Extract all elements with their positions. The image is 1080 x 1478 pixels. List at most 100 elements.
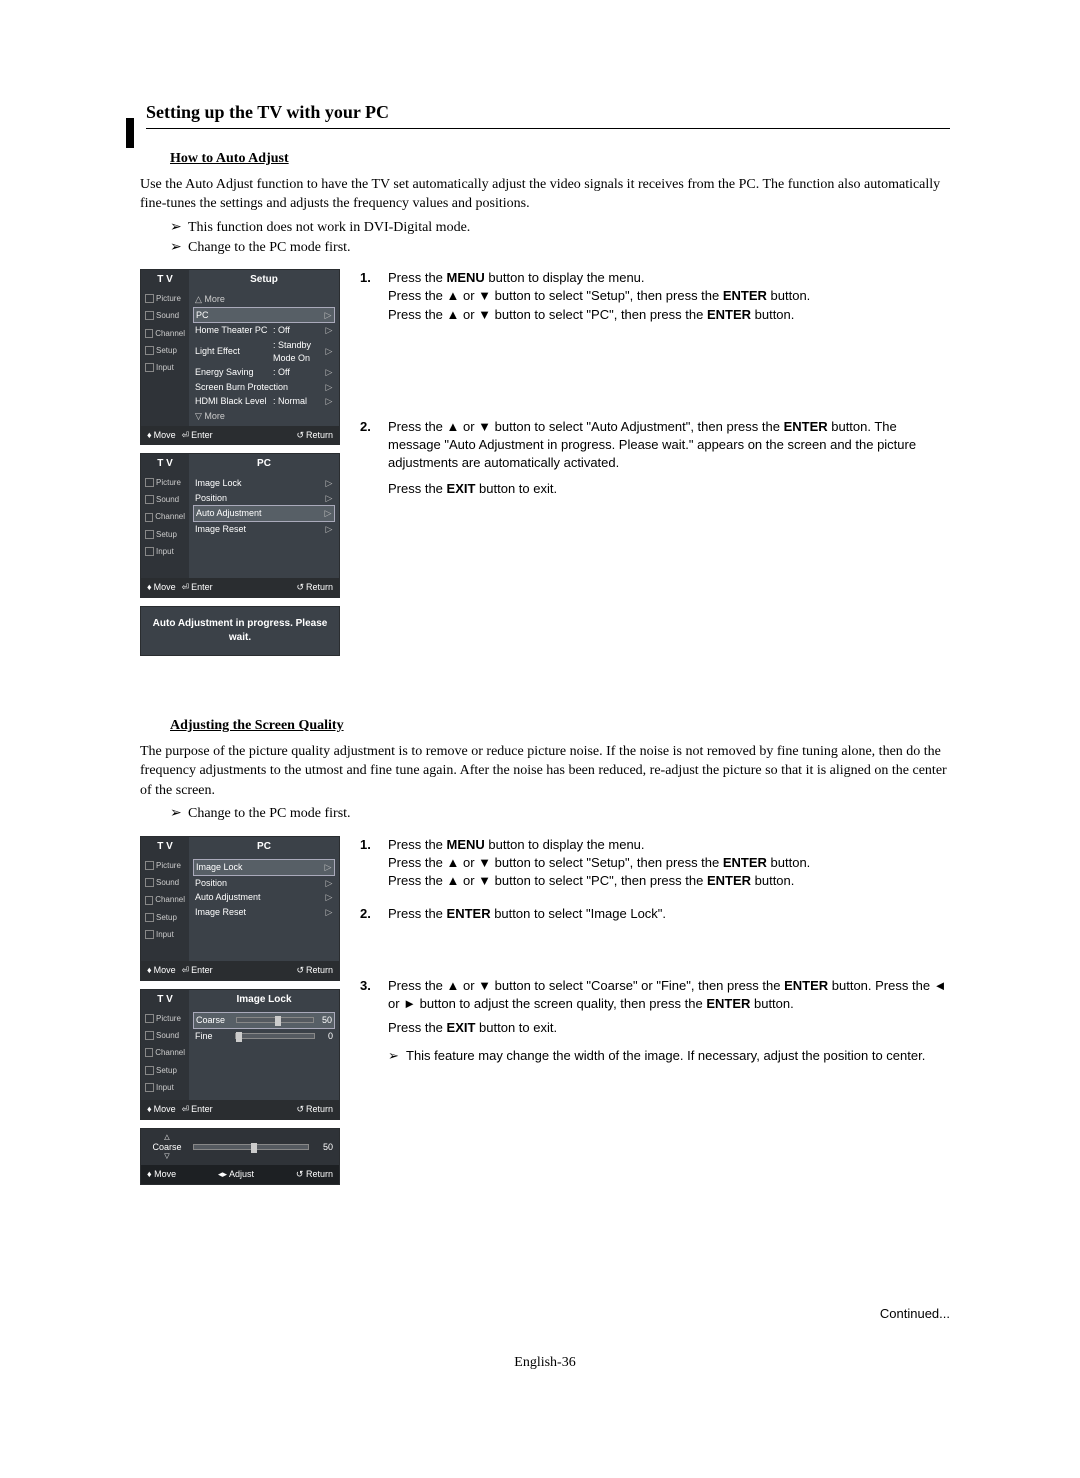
slider-row-fine[interactable]: Fine 0 [193, 1029, 335, 1044]
step-number: 1. [360, 836, 378, 891]
step-2: 2. Press the ▲ or ▼ button to select "Au… [360, 418, 950, 499]
step-note: This feature may change the width of the… [388, 1047, 950, 1065]
menu-row-auto-adjustment[interactable]: Auto Adjustment▷ [193, 890, 335, 905]
osd-sidebar: Picture Sound Channel Setup Input [141, 474, 189, 578]
sidebar-item-channel[interactable]: Channel [141, 891, 189, 908]
osd-coarse-adjust: Coarse 50 ♦ Move ◂▸ Adjust ↺ Return [140, 1128, 340, 1185]
step-number: 2. [360, 905, 378, 923]
menu-row-image-lock[interactable]: Image Lock▷ [193, 859, 335, 876]
menu-row-energy-saving[interactable]: Energy Saving: Off▷ [193, 365, 335, 380]
sidebar-item-sound[interactable]: Sound [141, 307, 189, 324]
osd-footer: ♦ Move ◂▸ Adjust ↺ Return [141, 1165, 339, 1184]
osd-footer: ♦ Move ⏎ Enter ↺ Return [141, 578, 339, 597]
osd-setup-menu: T V Setup Picture Sound Channel Setup In… [140, 269, 340, 445]
sidebar-item-setup[interactable]: Setup [141, 1062, 189, 1079]
sidebar-item-channel[interactable]: Channel [141, 1044, 189, 1061]
step-line: Press the ▲ or ▼ button to select "Coars… [388, 977, 950, 1013]
menu-row-image-reset[interactable]: Image Reset▷ [193, 522, 335, 537]
menu-row-position[interactable]: Position▷ [193, 491, 335, 506]
section2-para: The purpose of the picture quality adjus… [140, 742, 950, 801]
coarse-fullscreen-slider[interactable] [193, 1144, 309, 1150]
channel-icon [145, 513, 153, 522]
footer-move: ♦ Move [147, 1168, 176, 1181]
menu-row-auto-adjustment[interactable]: Auto Adjustment▷ [193, 505, 335, 522]
sound-icon [145, 1031, 154, 1040]
osd-header-title: PC [189, 837, 339, 857]
channel-icon [145, 329, 153, 338]
osd-pc-menu: T V PC Picture Sound Channel Setup Input… [140, 453, 340, 598]
menu-row-position[interactable]: Position▷ [193, 876, 335, 891]
osd-header-tv: T V [141, 454, 189, 474]
sidebar-item-picture[interactable]: Picture [141, 857, 189, 874]
channel-icon [145, 1048, 153, 1057]
osd-footer: ♦ Move ⏎ Enter ↺ Return [141, 426, 339, 445]
step-line: Press the ▲ or ▼ button to select "Setup… [388, 854, 950, 872]
section1-notes: This function does not work in DVI-Digit… [170, 218, 950, 257]
sidebar-item-sound[interactable]: Sound [141, 491, 189, 508]
osd-sidebar: Picture Sound Channel Setup Input [141, 857, 189, 961]
input-icon [145, 363, 154, 372]
section1-para: Use the Auto Adjust function to have the… [140, 175, 950, 214]
menu-row-hdmi-black[interactable]: HDMI Black Level: Normal▷ [193, 394, 335, 409]
picture-icon [145, 1014, 154, 1023]
step-number: 3. [360, 977, 378, 1066]
step-1: 1. Press the MENU button to display the … [360, 269, 950, 324]
slider-row-coarse[interactable]: Coarse 50 [193, 1012, 335, 1029]
step-line: Press the ▲ or ▼ button to select "PC", … [388, 872, 950, 890]
channel-icon [145, 896, 153, 905]
sidebar-item-sound[interactable]: Sound [141, 874, 189, 891]
page-title: Setting up the TV with your PC [146, 100, 950, 129]
setup-icon [145, 1066, 154, 1075]
sound-icon [145, 311, 154, 320]
sidebar-item-setup[interactable]: Setup [141, 909, 189, 926]
input-icon [145, 930, 154, 939]
sidebar-item-picture[interactable]: Picture [141, 1010, 189, 1027]
coarse-slider[interactable] [236, 1017, 314, 1023]
footer-move: ♦ Move [147, 1103, 176, 1116]
footer-enter: ⏎ Enter [182, 429, 213, 442]
sidebar-item-input[interactable]: Input [141, 359, 189, 376]
page-number: English-36 [140, 1353, 950, 1373]
footer-move: ♦ Move [147, 964, 176, 977]
footer-return: ↺ Return [296, 964, 333, 977]
osd-header-tv: T V [141, 990, 189, 1010]
footer-move: ♦ Move [147, 429, 176, 442]
menu-row-light-effect[interactable]: Light Effect: Standby Mode On▷ [193, 338, 335, 365]
sidebar-item-input[interactable]: Input [141, 926, 189, 943]
footer-adjust: ◂▸ Adjust [218, 1168, 254, 1181]
sidebar-item-input[interactable]: Input [141, 543, 189, 560]
sidebar-item-picture[interactable]: Picture [141, 474, 189, 491]
sidebar-item-setup[interactable]: Setup [141, 526, 189, 543]
setup-icon [145, 346, 154, 355]
sidebar-item-picture[interactable]: Picture [141, 290, 189, 307]
fine-slider[interactable] [235, 1033, 315, 1039]
osd-image-lock: T V Image Lock Picture Sound Channel Set… [140, 989, 340, 1120]
sidebar-item-setup[interactable]: Setup [141, 342, 189, 359]
osd-footer: ♦ Move ⏎ Enter ↺ Return [141, 1100, 339, 1119]
section2-notes: Change to the PC mode first. [170, 804, 950, 824]
footer-return: ↺ Return [296, 581, 333, 594]
sidebar-item-channel[interactable]: Channel [141, 508, 189, 525]
menu-row-image-lock[interactable]: Image Lock▷ [193, 476, 335, 491]
more-bot[interactable]: ▽ More [193, 409, 335, 424]
osd-pc-menu-2: T V PC Picture Sound Channel Setup Input… [140, 836, 340, 981]
sound-icon [145, 495, 154, 504]
sidebar-item-sound[interactable]: Sound [141, 1027, 189, 1044]
step-line: Press the ▲ or ▼ button to select "Setup… [388, 287, 950, 305]
menu-row-screen-burn[interactable]: Screen Burn Protection▷ [193, 380, 335, 395]
menu-row-pc[interactable]: PC▷ [193, 307, 335, 324]
coarse-value: 50 [315, 1141, 333, 1154]
picture-icon [145, 478, 154, 487]
osd-header-title: Image Lock [189, 990, 339, 1010]
osd-header-title: Setup [189, 270, 339, 290]
step-2b: 2. Press the ENTER button to select "Ima… [360, 905, 950, 923]
menu-row-home-theater-pc[interactable]: Home Theater PC: Off▷ [193, 323, 335, 338]
footer-return: ↺ Return [296, 429, 333, 442]
sidebar-item-channel[interactable]: Channel [141, 325, 189, 342]
picture-icon [145, 294, 154, 303]
sidebar-item-input[interactable]: Input [141, 1079, 189, 1096]
menu-row-image-reset[interactable]: Image Reset▷ [193, 905, 335, 920]
input-icon [145, 547, 154, 556]
subheading-auto-adjust: How to Auto Adjust [170, 149, 950, 169]
more-top[interactable]: △ More [193, 292, 335, 307]
